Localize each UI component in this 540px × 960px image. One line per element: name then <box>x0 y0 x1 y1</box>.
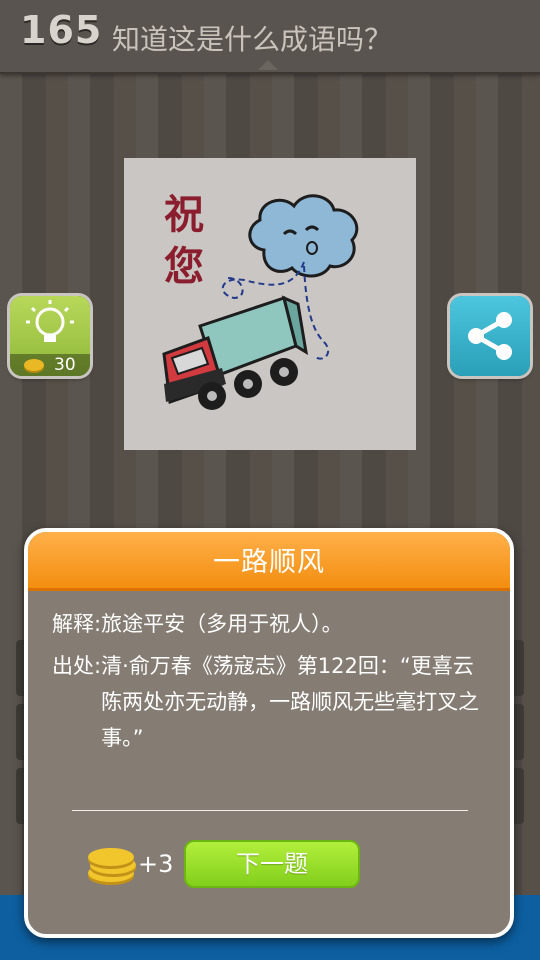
source-label: 出处: <box>52 654 102 678</box>
hint-button[interactable]: 30 <box>10 296 90 376</box>
hint-cost-bar: 30 <box>10 354 90 376</box>
svg-text:您: 您 <box>164 244 204 290</box>
pointer-triangle <box>258 60 278 70</box>
coins-icon <box>88 844 136 884</box>
divider <box>72 810 468 811</box>
next-question-button[interactable]: 下一题 <box>184 840 360 888</box>
source-row: 出处: 清·俞万春《荡寇志》第122回：“更喜云陈两处亦无动静，一路顺风无些毫打… <box>52 648 492 756</box>
lightbulb-icon <box>26 300 74 342</box>
puzzle-image-text: 祝 <box>164 192 204 238</box>
reward-amount: +3 <box>138 850 174 878</box>
puzzle-image: 祝 您 <box>124 158 416 450</box>
explanation-text: 旅途平安（多用于祝人）。 <box>101 612 343 636</box>
explanation-label: 解释: <box>52 612 102 636</box>
idiom-title: 一路顺风 <box>28 532 510 591</box>
share-button[interactable] <box>450 296 530 376</box>
question-text: 知道这是什么成语吗？ <box>112 23 393 56</box>
puzzle-illustration: 祝 您 <box>162 192 359 410</box>
coin-icon <box>24 359 44 371</box>
source-text: 清·俞万春《荡寇志》第122回：“更喜云陈两处亦无动静，一路顺风无些毫打叉之事。… <box>101 654 480 750</box>
dialog-content: 解释: 旅途平安（多用于祝人）。 出处: 清·俞万春《荡寇志》第122回：“更喜… <box>52 606 492 756</box>
explanation-row: 解释: 旅途平安（多用于祝人）。 <box>52 606 492 642</box>
level-number: 165 <box>20 8 103 52</box>
truck-icon <box>162 295 309 410</box>
top-bar: 165 知道这是什么成语吗？ <box>0 0 540 74</box>
hint-cost: 30 <box>54 355 76 375</box>
answer-dialog: 一路顺风 解释: 旅途平安（多用于祝人）。 出处: 清·俞万春《荡寇志》第122… <box>24 528 514 938</box>
share-icon <box>468 312 512 360</box>
